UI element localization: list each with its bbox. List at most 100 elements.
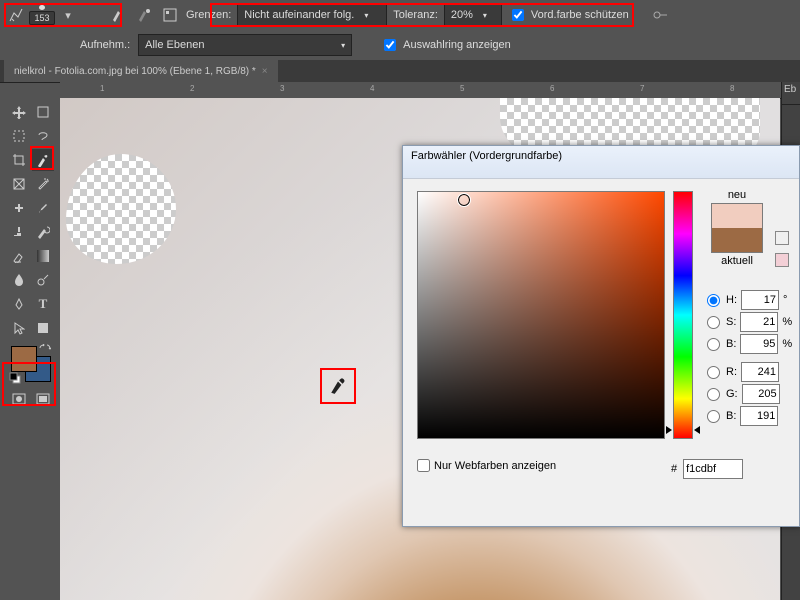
eyedropper-tool[interactable] <box>32 149 54 171</box>
wand-tool[interactable] <box>32 173 54 195</box>
eyedropper-cursor <box>320 368 356 404</box>
new-current-preview: neu aktuell <box>707 189 767 267</box>
radio-b[interactable] <box>707 338 720 351</box>
hex-row: # <box>671 459 743 479</box>
ruler-tick: 6 <box>550 84 554 93</box>
document-tab-title: nielkrol - Fotolia.com.jpg bei 100% (Ebe… <box>14 66 256 77</box>
stamp-tool[interactable] <box>8 221 30 243</box>
grenzen-label: Grenzen: <box>186 9 231 21</box>
field-b[interactable] <box>740 334 778 354</box>
unit-pct: % <box>782 316 792 328</box>
preview-box <box>711 203 763 253</box>
brush-preview[interactable]: 153 <box>32 5 52 25</box>
grenzen-value: Nicht aufeinander folg. <box>244 9 354 21</box>
new-label: neu <box>707 189 767 201</box>
blur-tool[interactable] <box>8 269 30 291</box>
radio-h[interactable] <box>707 294 720 307</box>
fg-swatch[interactable] <box>11 346 37 372</box>
tablet-pressure-icon[interactable] <box>651 5 671 25</box>
dialog-title: Farbwähler (Vordergrundfarbe) <box>403 146 799 179</box>
radio-bb[interactable] <box>707 410 720 423</box>
protect-fg-check[interactable] <box>512 9 524 21</box>
fg-bg-swatches[interactable] <box>7 344 55 384</box>
marquee-tool[interactable] <box>8 125 30 147</box>
dodge-tool[interactable] <box>32 269 54 291</box>
gradient-tool[interactable] <box>32 245 54 267</box>
label-s: S: <box>726 316 736 328</box>
color-fields: H:° S:% B:% R: G: B: <box>707 289 792 427</box>
erased-area <box>66 154 176 264</box>
ruler-tick: 7 <box>640 84 644 93</box>
hex-hash: # <box>671 463 677 475</box>
move-tool[interactable] <box>8 101 30 123</box>
web-only-label: Nur Webfarben anzeigen <box>434 460 556 472</box>
field-s[interactable] <box>740 312 778 332</box>
pen-tool[interactable] <box>8 293 30 315</box>
bg-eraser-tool[interactable] <box>8 245 30 267</box>
radio-r[interactable] <box>707 366 720 379</box>
sampling-once-icon[interactable] <box>134 5 154 25</box>
color-ring[interactable] <box>458 194 470 206</box>
artboard-tool[interactable] <box>32 101 54 123</box>
close-icon[interactable]: × <box>262 66 268 77</box>
ruler-tick: 5 <box>460 84 464 93</box>
label-g: G: <box>726 388 738 400</box>
history-brush-tool[interactable] <box>32 221 54 243</box>
hex-field[interactable] <box>683 459 743 479</box>
gamut-warning-icon[interactable] <box>775 231 789 245</box>
default-colors-icon[interactable] <box>9 372 21 384</box>
aufnehm-label: Aufnehm.: <box>80 39 130 51</box>
options-bar-2: Aufnehm.: Alle Ebenen▾ Auswahlring anzei… <box>0 30 800 61</box>
sampling-continuous-icon[interactable] <box>108 5 128 25</box>
label-bb: B: <box>726 410 736 422</box>
current-color[interactable] <box>712 228 762 252</box>
ruler-tick: 4 <box>370 84 374 93</box>
ruler-tick: 2 <box>190 84 194 93</box>
ruler-tick: 8 <box>730 84 734 93</box>
toleranz-field[interactable]: 20%▾ <box>444 4 502 26</box>
brush-size[interactable]: 153 <box>29 11 55 25</box>
field-bb[interactable] <box>740 406 778 426</box>
grenzen-dropdown[interactable]: Nicht aufeinander folg.▾ <box>237 4 387 26</box>
field-g[interactable] <box>742 384 780 404</box>
hue-indicator[interactable] <box>668 426 698 434</box>
screenmode-tool[interactable] <box>32 388 54 410</box>
current-label: aktuell <box>707 255 767 267</box>
crop-tool[interactable] <box>8 149 30 171</box>
show-ring-label: Auswahlring anzeigen <box>403 39 511 51</box>
hue-slider[interactable] <box>673 191 693 439</box>
saturation-value-field[interactable] <box>417 191 665 439</box>
brush-tool[interactable] <box>32 197 54 219</box>
shape-tool[interactable] <box>32 317 54 339</box>
show-ring-checkbox[interactable]: Auswahlring anzeigen <box>380 36 511 54</box>
radio-g[interactable] <box>707 388 720 401</box>
swap-icon[interactable] <box>39 344 51 356</box>
ruler-horizontal: 1 2 3 4 5 6 7 8 <box>60 82 800 99</box>
web-only-check[interactable] <box>417 459 430 472</box>
ruler-tick: 3 <box>280 84 284 93</box>
toolbox: T <box>5 98 59 413</box>
heal-tool[interactable] <box>8 197 30 219</box>
field-h[interactable] <box>741 290 779 310</box>
protect-fg-checkbox[interactable]: Vord.farbe schützen <box>508 6 629 24</box>
options-bar-1: 153 ▾ Grenzen: Nicht aufeinander folg.▾ … <box>0 0 800 31</box>
web-only-checkbox[interactable]: Nur Webfarben anzeigen <box>417 459 556 472</box>
quickmask-tool[interactable] <box>8 388 30 410</box>
radio-s[interactable] <box>707 316 720 329</box>
ruler-tick: 1 <box>100 84 104 93</box>
panel-tab[interactable]: Eb <box>782 82 800 105</box>
type-tool[interactable]: T <box>32 293 54 315</box>
aufnehm-dropdown[interactable]: Alle Ebenen▾ <box>138 34 352 56</box>
brush-dropdown-icon[interactable]: ▾ <box>58 5 78 25</box>
new-color <box>712 204 762 228</box>
show-ring-check[interactable] <box>384 39 396 51</box>
field-r[interactable] <box>741 362 779 382</box>
websafe-swatch[interactable] <box>775 253 789 267</box>
path-select-tool[interactable] <box>8 317 30 339</box>
sampling-swatch-icon[interactable] <box>160 5 180 25</box>
label-b: B: <box>726 338 736 350</box>
frame-tool[interactable] <box>8 173 30 195</box>
document-tab[interactable]: nielkrol - Fotolia.com.jpg bei 100% (Ebe… <box>4 60 278 82</box>
lasso-tool[interactable] <box>32 125 54 147</box>
tool-preset-icon[interactable] <box>6 5 26 25</box>
